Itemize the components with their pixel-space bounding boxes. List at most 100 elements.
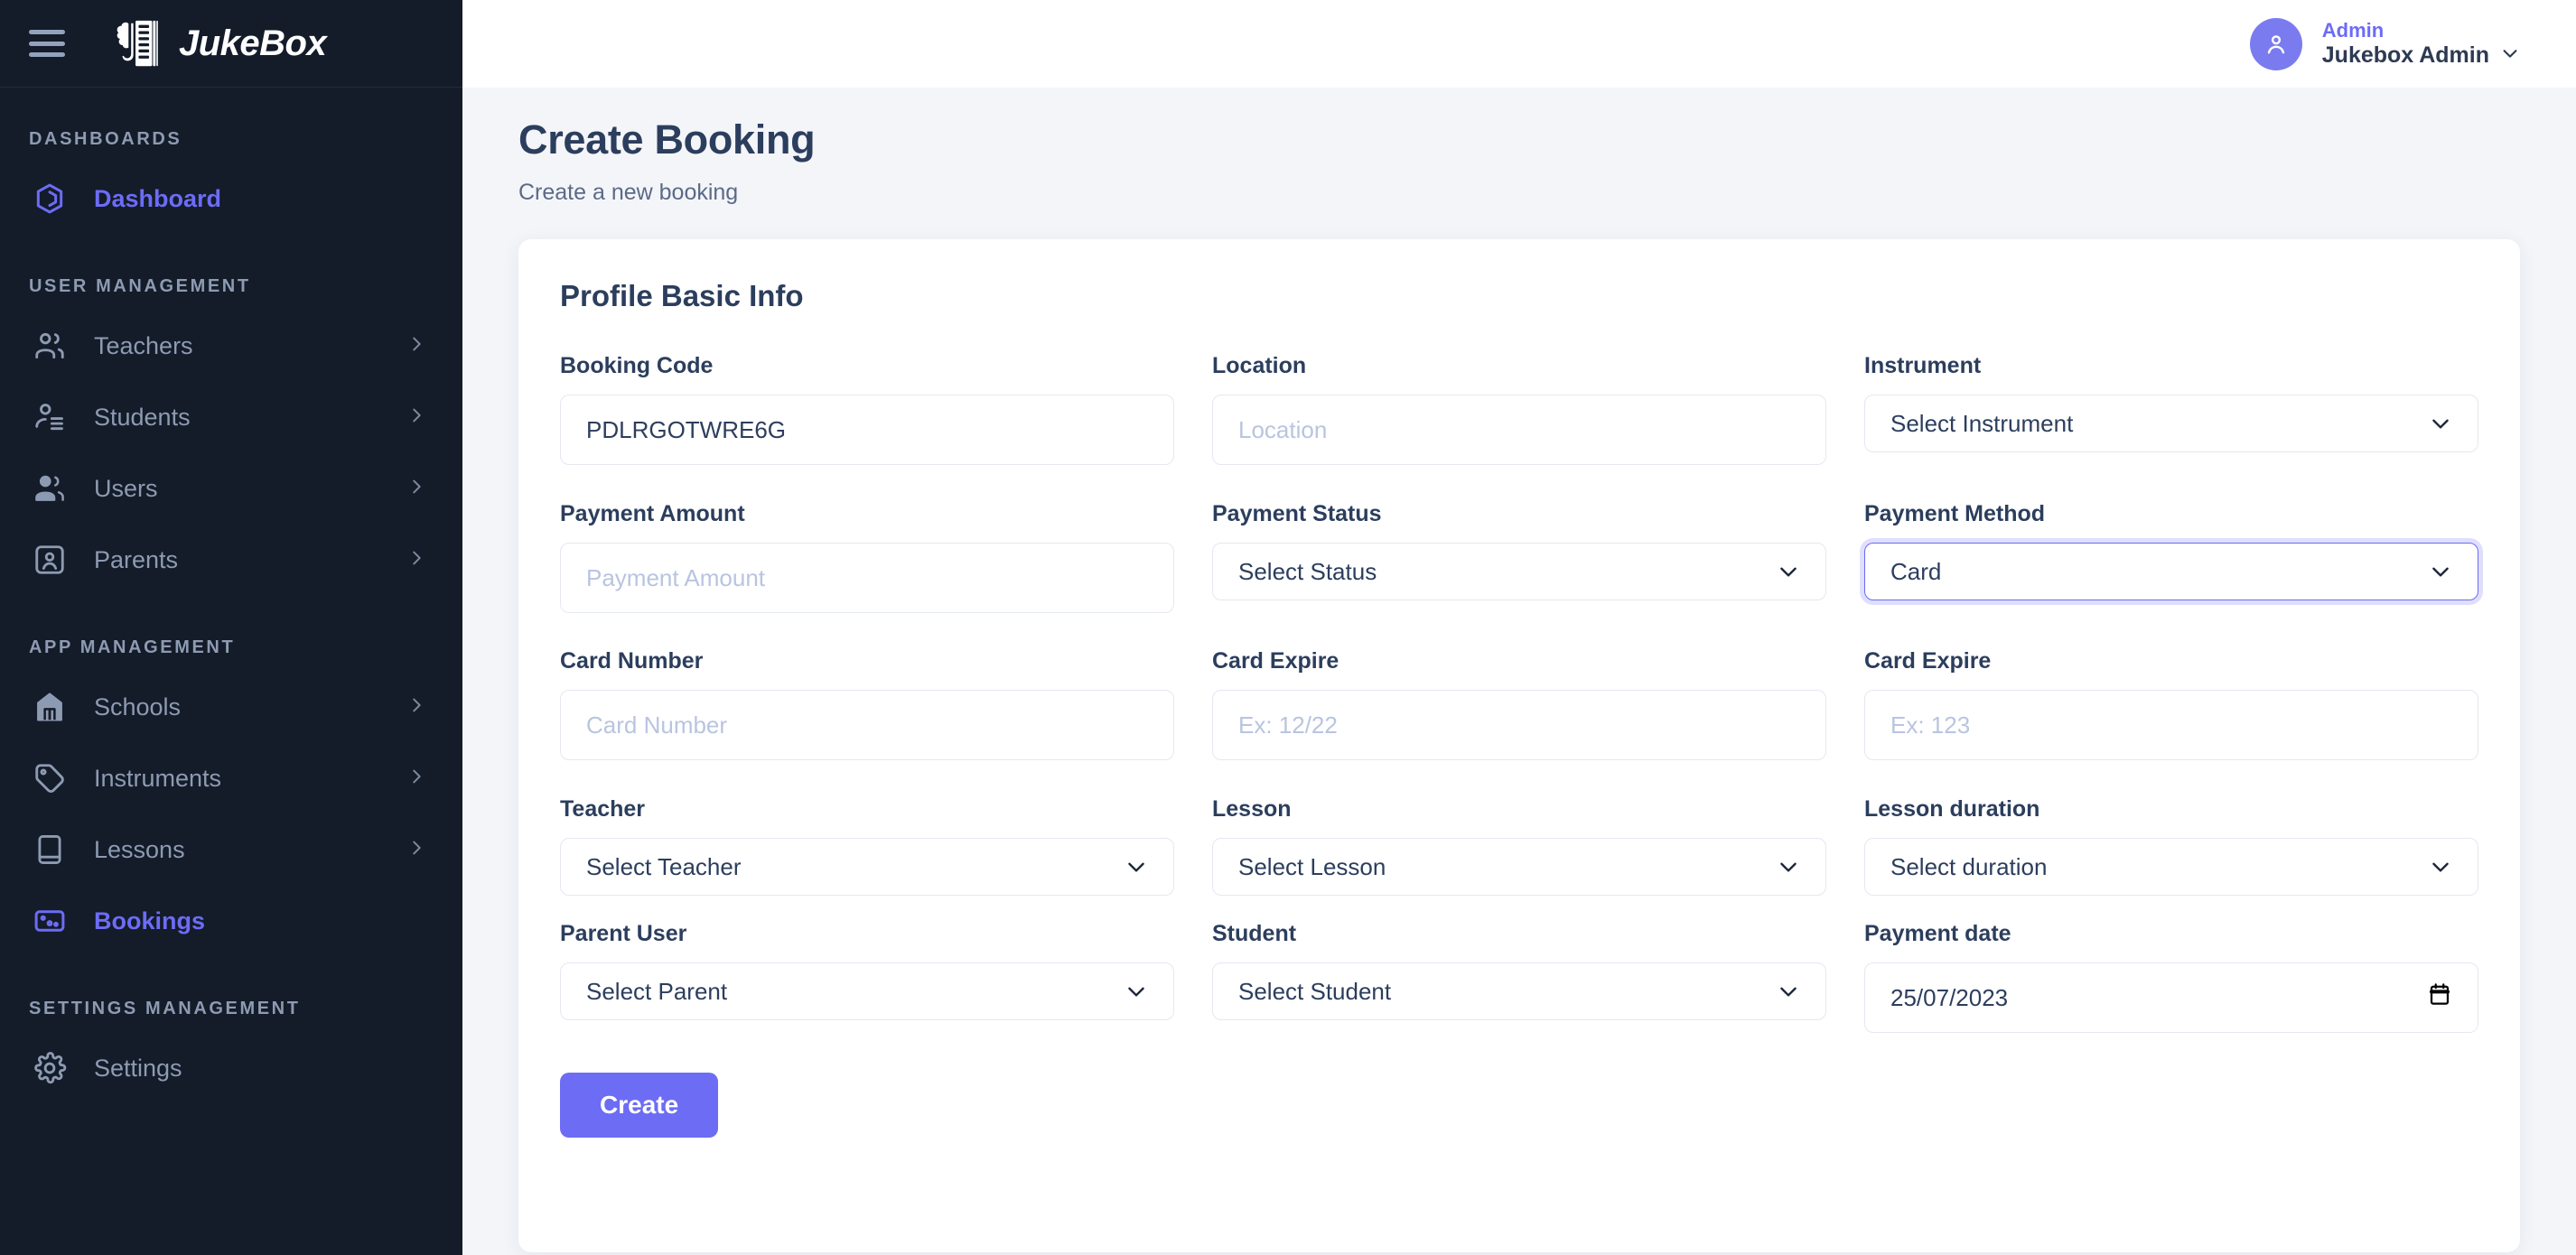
sidebar-item-users[interactable]: Users: [0, 467, 462, 510]
payment-amount-label: Payment Amount: [560, 501, 745, 526]
field-payment-method: Payment Method Card: [1864, 501, 2478, 613]
card-cvc-placeholder: Ex: 123: [1890, 711, 1971, 739]
booking-code-label: Booking Code: [560, 353, 714, 378]
chevron-down-icon: [1777, 560, 1800, 583]
nav-section-dashboards-title: DASHBOARDS: [29, 129, 182, 149]
card-expire-input[interactable]: Ex: 12/22: [1212, 690, 1826, 760]
chevron-down-icon: [1125, 855, 1148, 878]
payment-amount-placeholder: Payment Amount: [586, 563, 765, 591]
payment-date-input[interactable]: 25/07/2023: [1864, 962, 2478, 1033]
sidebar-item-label: Parents: [94, 545, 179, 573]
payment-date-value: 25/07/2023: [1890, 983, 2009, 1011]
form-section-title: Profile Basic Info: [560, 279, 804, 312]
field-payment-amount: Payment Amount Payment Amount: [560, 501, 1174, 613]
lesson-label: Lesson: [1212, 796, 1292, 822]
tag-icon: [29, 758, 70, 799]
chevron-down-icon: [1777, 980, 1800, 1003]
location-label: Location: [1212, 353, 1307, 378]
dashboard-icon: [29, 178, 70, 219]
card-cvc-input[interactable]: Ex: 123: [1864, 690, 2478, 760]
calendar-icon[interactable]: [2429, 983, 2450, 1013]
sidebar-item-dashboard[interactable]: Dashboard: [0, 177, 462, 220]
create-button[interactable]: Create: [560, 1073, 719, 1138]
nav-section-user-management-title: USER MANAGEMENT: [29, 276, 251, 296]
chevron-right-icon: [406, 765, 426, 793]
main-content: Create Booking Create a new booking Prof…: [462, 88, 2576, 1255]
school-icon: [29, 686, 70, 728]
sidebar-item-label: Lessons: [94, 835, 185, 863]
booking-card-icon: [29, 900, 70, 942]
sidebar-item-label: Users: [94, 474, 158, 502]
chevron-down-icon[interactable]: [2500, 43, 2520, 68]
teachers-icon: [29, 325, 70, 367]
form-row-1: Booking Code PDLRGOTWRE6G Location Locat…: [560, 353, 2478, 465]
chevron-right-icon: [406, 693, 426, 721]
sidebar-item-label: Schools: [94, 693, 182, 720]
page-title: Create Booking: [518, 116, 816, 163]
payment-status-value: Select Status: [1238, 557, 1377, 585]
booking-form-card: Profile Basic Info Booking Code PDLRGOTW…: [518, 239, 2520, 1252]
chevron-down-icon: [1125, 980, 1148, 1003]
students-icon: [29, 396, 70, 438]
brand-logo-link[interactable]: JukeBox: [108, 15, 327, 71]
lesson-duration-label: Lesson duration: [1864, 796, 2040, 822]
sidebar-item-settings[interactable]: Settings: [0, 1046, 462, 1090]
payment-status-select[interactable]: Select Status: [1212, 543, 1826, 600]
teacher-select[interactable]: Select Teacher: [560, 838, 1174, 896]
field-student: Student Select Student: [1212, 921, 1826, 1033]
lesson-select[interactable]: Select Lesson: [1212, 838, 1826, 896]
student-select[interactable]: Select Student: [1212, 962, 1826, 1020]
topbar: Admin Jukebox Admin: [462, 0, 2576, 88]
avatar: [2249, 17, 2302, 70]
card-number-label: Card Number: [560, 648, 704, 674]
field-lesson-duration: Lesson duration Select duration: [1864, 796, 2478, 896]
sidebar-item-lessons[interactable]: Lessons: [0, 828, 462, 871]
booking-code-input[interactable]: PDLRGOTWRE6G: [560, 395, 1174, 465]
sidebar-item-instruments[interactable]: Instruments: [0, 757, 462, 800]
location-input[interactable]: Location: [1212, 395, 1826, 465]
hamburger-menu-icon[interactable]: [29, 30, 65, 57]
parents-icon: [29, 539, 70, 581]
sidebar-item-teachers[interactable]: Teachers: [0, 324, 462, 367]
sidebar-item-label: Dashboard: [94, 184, 222, 212]
field-parent-user: Parent User Select Parent: [560, 921, 1174, 1033]
card-number-input[interactable]: Card Number: [560, 690, 1174, 760]
user-role: Admin: [2321, 18, 2385, 42]
chevron-down-icon: [2429, 560, 2452, 583]
sidebar-item-parents[interactable]: Parents: [0, 538, 462, 581]
instrument-value: Select Instrument: [1890, 409, 2074, 437]
user-name: Jukebox Admin: [2321, 42, 2489, 68]
lesson-duration-value: Select duration: [1890, 852, 2048, 880]
nav-section-app-management-title: APP MANAGEMENT: [29, 637, 236, 657]
teacher-label: Teacher: [560, 796, 646, 822]
student-value: Select Student: [1238, 977, 1392, 1005]
payment-amount-input[interactable]: Payment Amount: [560, 543, 1174, 613]
chevron-right-icon: [406, 546, 426, 574]
field-booking-code: Booking Code PDLRGOTWRE6G: [560, 353, 1174, 465]
nav-section-settings-management-title: SETTINGS MANAGEMENT: [29, 999, 301, 1018]
chevron-down-icon: [1777, 855, 1800, 878]
form-row-4: Teacher Select Teacher Lesson Select Les…: [560, 796, 2478, 896]
chevron-right-icon: [406, 836, 426, 864]
card-number-placeholder: Card Number: [586, 711, 728, 739]
sidebar-item-students[interactable]: Students: [0, 395, 462, 439]
form-row-3: Card Number Card Number Card Expire Ex: …: [560, 648, 2478, 760]
sidebar-item-bookings[interactable]: Bookings: [0, 899, 462, 943]
instrument-select[interactable]: Select Instrument: [1864, 395, 2478, 452]
user-menu-button[interactable]: Admin Jukebox Admin: [2249, 17, 2520, 70]
field-card-cvc: Card Expire Ex: 123: [1864, 648, 2478, 760]
parent-user-select[interactable]: Select Parent: [560, 962, 1174, 1020]
book-icon: [29, 829, 70, 870]
field-teacher: Teacher Select Teacher: [560, 796, 1174, 896]
card-cvc-label: Card Expire: [1864, 648, 1992, 674]
sidebar-item-label: Bookings: [94, 906, 206, 934]
sidebar-item-schools[interactable]: Schools: [0, 685, 462, 729]
booking-code-value: PDLRGOTWRE6G: [586, 415, 787, 443]
parent-user-label: Parent User: [560, 921, 687, 946]
brain-book-icon: [117, 20, 158, 67]
payment-method-select[interactable]: Card: [1864, 543, 2478, 600]
lesson-duration-select[interactable]: Select duration: [1864, 838, 2478, 896]
chevron-right-icon: [406, 475, 426, 503]
sidebar-header: JukeBox: [0, 0, 462, 88]
chevron-right-icon: [406, 332, 426, 360]
